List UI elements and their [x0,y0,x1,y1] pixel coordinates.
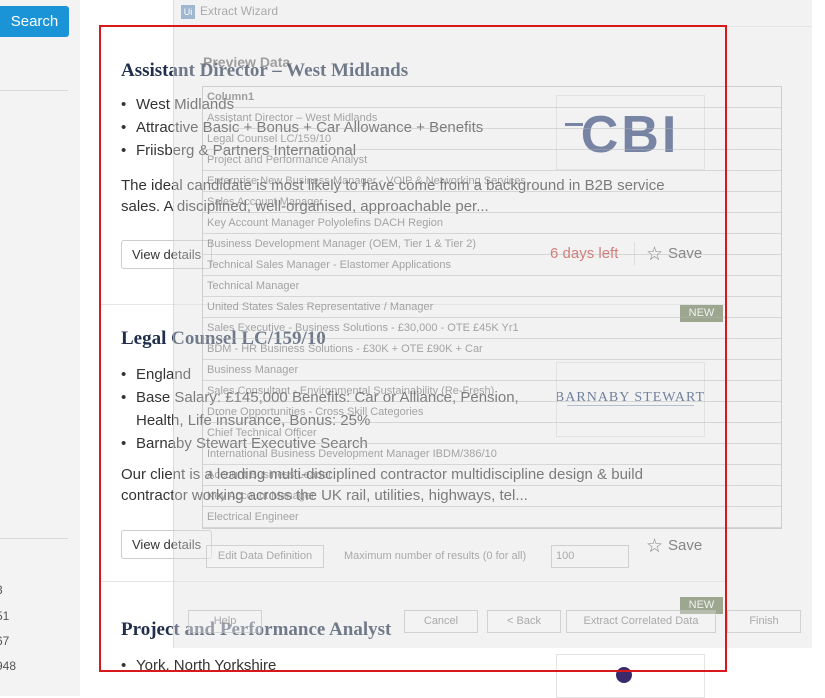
search-button[interactable]: Search [0,6,69,37]
wizard-title: Ui Extract Wizard [181,4,278,19]
finish-button[interactable]: Finish [727,610,801,633]
sidebar-divider [0,538,68,539]
filter-count: 948 [0,659,17,673]
filter-count: 67 [0,634,10,648]
filter-count: 3 [0,583,3,597]
sidebar-divider [0,90,68,91]
selection-highlight [99,25,727,672]
filter-count: 51 [0,609,10,623]
uipath-icon: Ui [181,5,195,19]
filter-sidebar: Search 3 51 67 948 [0,0,80,696]
